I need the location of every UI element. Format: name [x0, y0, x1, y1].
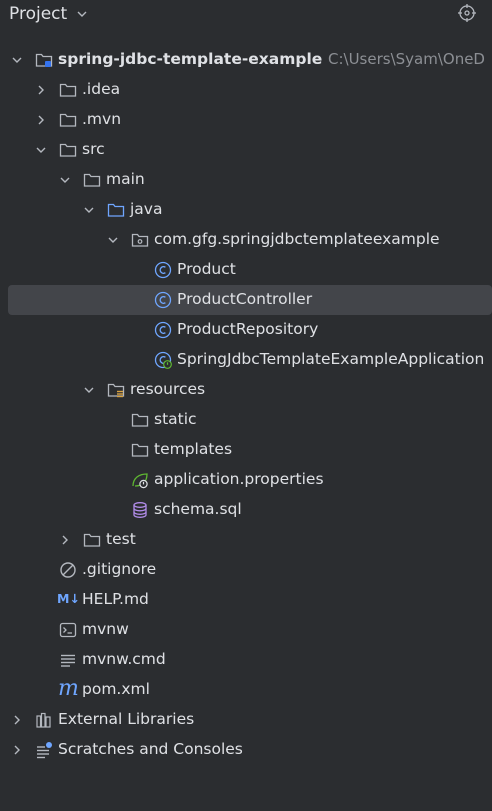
source-folder-icon	[107, 203, 125, 217]
tree-label: application.properties	[154, 470, 324, 488]
spring-properties-icon	[132, 473, 148, 489]
tree-node-product-repository[interactable]: ProductRepository	[0, 315, 492, 345]
tree-node-schema-sql[interactable]: schema.sql	[0, 495, 492, 525]
tree-node-application-properties[interactable]: application.properties	[0, 465, 492, 495]
package-icon	[131, 233, 149, 247]
chevron-down-icon[interactable]	[107, 234, 119, 246]
chevron-down-icon[interactable]	[83, 384, 95, 396]
tree-node-gitignore[interactable]: .gitignore	[0, 555, 492, 585]
java-class-icon	[154, 261, 172, 279]
tree-node-help-md[interactable]: M↓ HELP.md	[0, 585, 492, 615]
folder-icon	[83, 173, 101, 187]
tree-node-src[interactable]: src	[0, 135, 492, 165]
tree-label: test	[106, 530, 136, 548]
tree-label: ProductController	[177, 290, 313, 308]
tree-label: Scratches and Consoles	[58, 740, 243, 758]
chevron-down-icon[interactable]	[83, 204, 95, 216]
tree-label: templates	[154, 440, 233, 458]
tree-node-mvnw-cmd[interactable]: mvnw.cmd	[0, 645, 492, 675]
tree-node-main[interactable]: main	[0, 165, 492, 195]
chevron-down-icon[interactable]	[11, 54, 23, 66]
chevron-right-icon[interactable]	[35, 84, 47, 96]
root-project-name: spring-jdbc-template-example	[58, 50, 323, 68]
tree-node-package[interactable]: com.gfg.springjdbctemplateexample	[0, 225, 492, 255]
tree-node-product-controller[interactable]: ProductController	[8, 285, 492, 315]
tree-node-mvnw[interactable]: mvnw	[0, 615, 492, 645]
tree-label: schema.sql	[154, 500, 242, 518]
folder-icon	[59, 143, 77, 157]
tree-node-product[interactable]: Product	[0, 255, 492, 285]
tree-label: main	[106, 170, 145, 188]
tree-label: SpringJdbcTemplateExampleApplication	[177, 350, 485, 368]
tree-node-root[interactable]: spring-jdbc-template-example C:\Users\Sy…	[0, 45, 492, 75]
tree-node-scratches[interactable]: Scratches and Consoles	[0, 735, 492, 765]
markdown-icon: M↓	[57, 591, 80, 606]
tree-node-resources[interactable]: resources	[0, 375, 492, 405]
folder-icon	[131, 413, 149, 427]
tree-node-mvn[interactable]: .mvn	[0, 105, 492, 135]
chevron-down-icon[interactable]	[59, 174, 71, 186]
tree-node-pom-xml[interactable]: m pom.xml	[0, 675, 492, 705]
module-folder-icon	[35, 53, 53, 67]
project-panel-header: Project	[0, 0, 492, 30]
library-icon	[36, 712, 51, 728]
terminal-icon	[59, 622, 77, 638]
folder-icon	[59, 113, 77, 127]
tree-node-application-class[interactable]: SpringJdbcTemplateExampleApplication	[0, 345, 492, 375]
tree-node-static[interactable]: static	[0, 405, 492, 435]
tree-node-idea[interactable]: .idea	[0, 75, 492, 105]
tree-label: .idea	[82, 80, 121, 98]
tree-label: ProductRepository	[177, 320, 319, 338]
tree-label: .mvn	[82, 110, 122, 128]
chevron-right-icon[interactable]	[35, 114, 47, 126]
ignore-file-icon	[60, 562, 76, 578]
tree-label: mvnw	[82, 620, 129, 638]
chevron-right-icon[interactable]	[11, 744, 23, 756]
tree-label: External Libraries	[58, 710, 195, 728]
project-tree: spring-jdbc-template-example C:\Users\Sy…	[0, 45, 492, 765]
resources-folder-icon	[107, 383, 125, 398]
tree-label: java	[130, 200, 163, 218]
tree-node-external-libraries[interactable]: External Libraries	[0, 705, 492, 735]
locate-target-icon[interactable]	[457, 3, 477, 23]
text-file-icon	[61, 654, 75, 667]
folder-icon	[131, 443, 149, 457]
chevron-right-icon[interactable]	[59, 534, 71, 546]
tree-label: Product	[177, 260, 236, 278]
database-icon	[133, 502, 147, 518]
tree-label: mvnw.cmd	[82, 650, 166, 668]
chevron-down-icon[interactable]	[35, 144, 47, 156]
tree-node-java[interactable]: java	[0, 195, 492, 225]
tree-label: static	[154, 410, 197, 428]
chevron-down-icon[interactable]	[76, 8, 88, 20]
tree-label: pom.xml	[82, 680, 150, 698]
spring-boot-class-icon	[154, 351, 172, 369]
panel-title[interactable]: Project	[9, 4, 67, 24]
folder-icon	[59, 83, 77, 97]
tree-label: com.gfg.springjdbctemplateexample	[154, 230, 440, 248]
tree-node-templates[interactable]: templates	[0, 435, 492, 465]
chevron-right-icon[interactable]	[11, 714, 23, 726]
tree-label: HELP.md	[82, 590, 149, 608]
scratches-icon	[37, 742, 52, 759]
tree-label: .gitignore	[82, 560, 157, 578]
java-class-icon	[154, 321, 172, 339]
root-project-path: C:\Users\Syam\OneD	[328, 50, 485, 68]
tree-label: src	[82, 140, 105, 158]
java-class-icon	[154, 291, 172, 309]
maven-icon: m	[58, 676, 79, 701]
tree-node-test[interactable]: test	[0, 525, 492, 555]
tree-label: resources	[130, 380, 206, 398]
folder-icon	[83, 533, 101, 547]
